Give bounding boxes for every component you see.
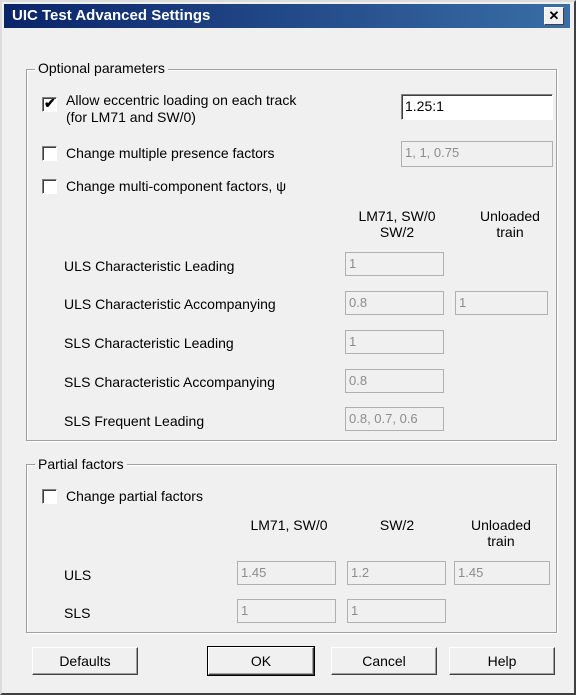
presence-factors-input[interactable]: 1, 1, 0.75 bbox=[401, 141, 553, 167]
partial-col-sw2-header: SW/2 bbox=[379, 517, 415, 533]
row-label: SLS Frequent Leading bbox=[64, 413, 205, 429]
uls-sw2-input[interactable]: 1.2 bbox=[347, 561, 446, 585]
col-unloaded-header: Unloaded train bbox=[480, 208, 540, 240]
row-label: ULS Characteristic Leading bbox=[64, 258, 235, 274]
eccentric-loading-sublabel: (for LM71 and SW/0) bbox=[66, 109, 196, 125]
sls-sw2-input[interactable]: 1 bbox=[347, 599, 446, 623]
sls-lm71-input[interactable]: 1 bbox=[237, 599, 336, 623]
dialog-window: UIC Test Advanced Settings ✕ Optional pa… bbox=[0, 0, 576, 695]
uls-char-accompanying-unloaded-input[interactable]: 1 bbox=[455, 291, 548, 315]
partial-factors-label: Partial factors bbox=[35, 456, 127, 472]
eccentric-ratio-input[interactable]: 1.25:1 bbox=[401, 94, 553, 120]
uls-char-accompanying-lm71-input[interactable]: 0.8 bbox=[345, 291, 444, 315]
sls-char-accompanying-lm71-input[interactable]: 0.8 bbox=[345, 369, 444, 393]
uls-char-leading-lm71-input[interactable]: 1 bbox=[345, 252, 444, 276]
help-button[interactable]: Help bbox=[449, 647, 555, 675]
cancel-button[interactable]: Cancel bbox=[331, 647, 437, 675]
checkmark-icon: ✔ bbox=[44, 95, 56, 111]
eccentric-loading-label: Allow eccentric loading on each track bbox=[66, 92, 297, 108]
multicomponent-label: Change multi-component factors, ψ bbox=[66, 178, 287, 194]
multicomponent-checkbox[interactable] bbox=[42, 179, 57, 194]
presence-factors-label: Change multiple presence factors bbox=[66, 145, 275, 161]
partial-col-unloaded-header: Unloaded train bbox=[471, 517, 531, 549]
uls-unloaded-input[interactable]: 1.45 bbox=[454, 561, 550, 585]
partial-col-lm71-header: LM71, SW/0 bbox=[250, 517, 328, 533]
defaults-button[interactable]: Defaults bbox=[32, 647, 138, 675]
eccentric-loading-checkbox[interactable]: ✔ bbox=[42, 95, 57, 112]
title-bar[interactable]: UIC Test Advanced Settings ✕ bbox=[4, 4, 570, 28]
uls-lm71-input[interactable]: 1.45 bbox=[237, 561, 336, 585]
row-label: ULS Characteristic Accompanying bbox=[64, 296, 276, 312]
ok-button[interactable]: OK bbox=[207, 646, 315, 676]
row-label: SLS Characteristic Leading bbox=[64, 335, 234, 351]
optional-parameters-label: Optional parameters bbox=[35, 60, 168, 76]
row-label: SLS Characteristic Accompanying bbox=[64, 374, 275, 390]
uls-row-label: ULS bbox=[64, 567, 92, 583]
partial-factors-check-label: Change partial factors bbox=[66, 488, 203, 504]
presence-factors-checkbox[interactable] bbox=[42, 146, 57, 161]
sls-row-label: SLS bbox=[64, 605, 91, 621]
col-lm71-header: LM71, SW/0 SW/2 bbox=[358, 208, 436, 240]
sls-frequent-leading-lm71-input[interactable]: 0.8, 0.7, 0.6 bbox=[345, 407, 444, 431]
window-title: UIC Test Advanced Settings bbox=[12, 7, 211, 24]
sls-char-leading-lm71-input[interactable]: 1 bbox=[345, 330, 444, 354]
close-icon[interactable]: ✕ bbox=[544, 7, 564, 25]
partial-factors-checkbox[interactable] bbox=[42, 489, 57, 504]
